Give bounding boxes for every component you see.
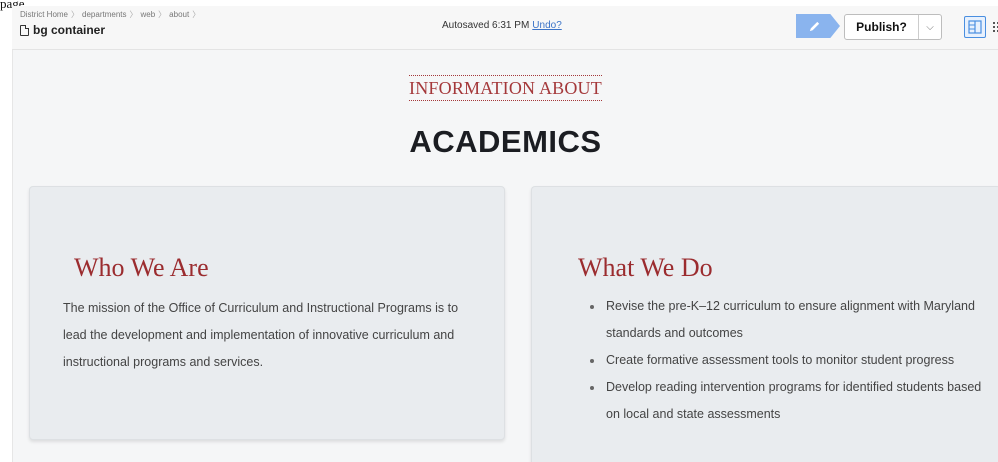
edit-button[interactable]	[796, 14, 840, 38]
breadcrumb-separator: 〉	[71, 10, 80, 19]
autosave-status: Autosaved 6:31 PM Undo?	[442, 20, 562, 31]
publish-label: Publish?	[845, 15, 919, 39]
page-title-text: bg container	[33, 23, 106, 37]
who-we-are-body: The mission of the Office of Curriculum …	[63, 301, 459, 369]
who-we-are-card: Who We Are The mission of the Office of …	[29, 186, 505, 440]
breadcrumb-item[interactable]: about	[169, 10, 189, 19]
split-view-button[interactable]	[964, 16, 986, 38]
breadcrumb: District Home 〉 departments 〉 web 〉 about 〉	[20, 9, 203, 20]
what-we-do-list: Revise the pre-K–12 curriculum to ensure…	[588, 293, 998, 428]
breadcrumb-item[interactable]: District Home	[20, 10, 68, 19]
list-item: Develop reading intervention programs fo…	[588, 374, 998, 428]
page-title: bg container	[20, 23, 105, 37]
breadcrumb-separator: 〉	[129, 10, 138, 19]
editor-toolbar: District Home 〉 departments 〉 web 〉 about 〉 bg …	[12, 6, 998, 50]
pencil-icon	[809, 21, 819, 31]
list-view-icon	[993, 22, 998, 32]
list-item: Revise the pre-K–12 curriculum to ensure…	[588, 293, 998, 347]
chevron-down-icon[interactable]: ⌵	[919, 22, 941, 33]
list-item: Create formative assessment tools to mon…	[588, 347, 998, 374]
publish-button[interactable]: Publish? ⌵	[844, 14, 942, 40]
page-canvas: INFORMATION ABOUT ACADEMICS Who We Are T…	[12, 50, 998, 462]
autosave-text: Autosaved 6:31 PM	[442, 20, 530, 31]
section-eyebrow: INFORMATION ABOUT	[13, 75, 998, 101]
breadcrumb-item[interactable]: departments	[82, 10, 126, 19]
split-view-icon	[968, 20, 982, 34]
section-heading: ACADEMICS	[409, 124, 602, 159]
list-view-button[interactable]	[988, 16, 998, 38]
breadcrumb-item[interactable]: web	[140, 10, 155, 19]
what-we-do-card: What We Do Revise the pre-K–12 curriculu…	[531, 186, 998, 462]
who-we-are-title: Who We Are	[74, 253, 209, 282]
breadcrumb-separator: 〉	[158, 10, 167, 19]
breadcrumb-separator: 〉	[192, 10, 201, 19]
document-icon	[20, 24, 29, 36]
what-we-do-title: What We Do	[578, 253, 713, 282]
undo-link[interactable]: Undo?	[532, 20, 561, 31]
section-eyebrow-text: INFORMATION ABOUT	[409, 75, 602, 101]
